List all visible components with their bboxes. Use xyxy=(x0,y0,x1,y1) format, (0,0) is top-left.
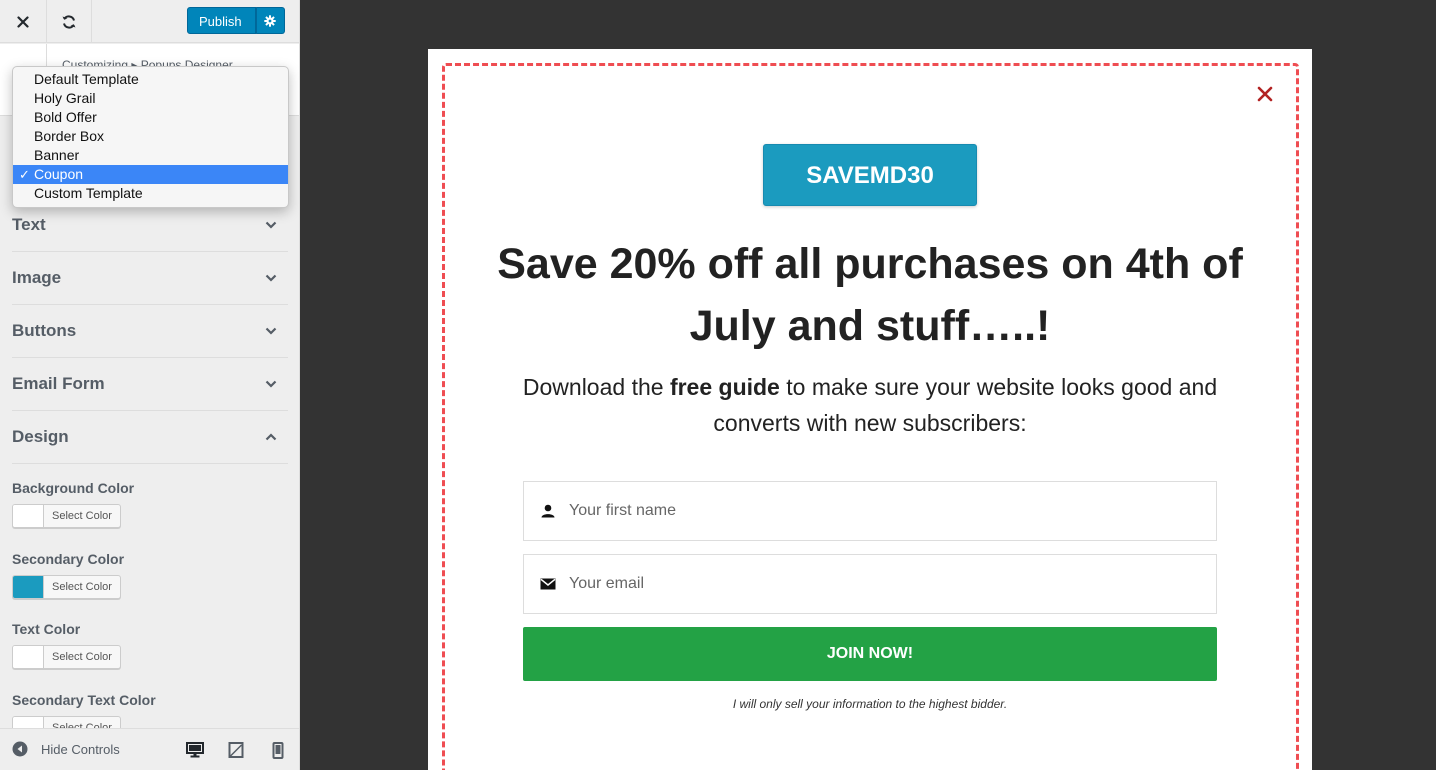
option-label: Coupon xyxy=(34,166,84,182)
chevron-down-icon xyxy=(265,274,277,282)
template-option-holy-grail[interactable]: Holy Grail xyxy=(13,89,288,108)
template-option-coupon[interactable]: ✓ Coupon xyxy=(13,165,288,184)
customizer-sidebar: Publish Customizing ▸ Popups Designer De… xyxy=(0,0,300,770)
template-option-border-box[interactable]: Border Box xyxy=(13,127,288,146)
secondary-text-color-label: Secondary Text Color xyxy=(12,692,156,708)
color-swatch xyxy=(13,646,44,668)
first-name-field[interactable] xyxy=(523,481,1217,541)
close-customizer-button[interactable] xyxy=(0,0,47,43)
privacy-disclaimer: I will only sell your information to the… xyxy=(732,697,1008,711)
close-icon xyxy=(17,15,29,28)
secondary-color-label: Secondary Color xyxy=(12,551,125,567)
option-label: Banner xyxy=(34,147,80,163)
section-image[interactable]: Image xyxy=(12,252,288,305)
popup-close-icon[interactable] xyxy=(1257,86,1273,102)
section-design[interactable]: Design xyxy=(12,411,288,464)
preview-mobile-button[interactable] xyxy=(269,741,287,759)
select-color-label: Select Color xyxy=(52,581,112,593)
color-swatch xyxy=(13,576,44,598)
popup-subheadline: Download the free guide to make sure you… xyxy=(488,369,1252,441)
checkmark-icon: ✓ xyxy=(19,167,30,182)
preview-desktop-button[interactable] xyxy=(186,741,204,759)
email-field[interactable] xyxy=(523,554,1217,614)
template-option-default[interactable]: Default Template xyxy=(13,70,288,89)
user-icon xyxy=(541,504,555,518)
text-color-picker[interactable]: Select Color xyxy=(12,645,121,669)
hide-controls-button[interactable]: Hide Controls xyxy=(12,741,120,757)
template-option-banner[interactable]: Banner xyxy=(13,146,288,165)
publish-button[interactable]: Publish xyxy=(187,7,256,34)
subheadline-text: Download the xyxy=(522,374,670,400)
refresh-icon xyxy=(62,14,76,29)
option-label: Bold Offer xyxy=(34,109,97,125)
preview-tablet-button[interactable] xyxy=(227,741,245,759)
gear-icon xyxy=(264,14,276,27)
popup-headline: Save 20% off all purchases on 4th of Jul… xyxy=(497,240,1243,350)
select-color-label: Select Color xyxy=(52,510,112,522)
publish-settings-button[interactable] xyxy=(255,7,285,34)
chevron-down-icon xyxy=(265,327,277,335)
text-color-label: Text Color xyxy=(12,621,81,637)
template-dropdown-menu[interactable]: Default Template Holy Grail Bold Offer B… xyxy=(12,66,289,208)
hide-controls-label: Hide Controls xyxy=(41,741,120,757)
coupon-code-badge[interactable]: SAVEMD30 xyxy=(763,144,977,206)
mobile-icon xyxy=(272,741,284,759)
chevron-up-icon xyxy=(265,433,277,441)
option-label: Holy Grail xyxy=(34,90,96,106)
section-label: Buttons xyxy=(12,321,77,340)
customizer-footer: Hide Controls xyxy=(0,728,299,770)
select-color-label: Select Color xyxy=(52,651,112,663)
first-name-input[interactable] xyxy=(569,482,1189,540)
subheadline-bold: free guide xyxy=(669,374,780,400)
template-option-custom[interactable]: Custom Template xyxy=(13,184,288,203)
section-buttons[interactable]: Buttons xyxy=(12,305,288,358)
section-label: Design xyxy=(12,427,69,446)
refresh-button[interactable] xyxy=(47,0,92,43)
coupon-popup: SAVEMD30 Save 20% off all purchases on 4… xyxy=(428,49,1312,770)
join-now-button[interactable]: JOIN NOW! xyxy=(523,627,1217,681)
customizer-topbar: Publish xyxy=(0,0,299,43)
option-label: Default Template xyxy=(34,71,139,87)
collapse-arrow-icon xyxy=(12,741,28,757)
desktop-icon xyxy=(186,742,204,758)
email-input[interactable] xyxy=(569,555,1189,613)
section-label: Text xyxy=(12,215,46,234)
template-option-bold-offer[interactable]: Bold Offer xyxy=(13,108,288,127)
option-label: Border Box xyxy=(34,128,105,144)
tablet-icon xyxy=(228,742,244,758)
section-label: Email Form xyxy=(12,374,105,393)
section-label: Image xyxy=(12,268,62,287)
section-email-form[interactable]: Email Form xyxy=(12,358,288,411)
color-swatch xyxy=(13,505,44,527)
background-color-picker[interactable]: Select Color xyxy=(12,504,121,528)
chevron-down-icon xyxy=(265,221,277,229)
secondary-color-picker[interactable]: Select Color xyxy=(12,575,121,599)
envelope-icon xyxy=(540,578,556,590)
publish-group: Publish xyxy=(187,7,285,34)
subheadline-text: to make sure your website looks good and… xyxy=(713,374,1218,436)
chevron-down-icon xyxy=(265,380,277,388)
option-label: Custom Template xyxy=(34,185,143,201)
background-color-label: Background Color xyxy=(12,480,135,496)
